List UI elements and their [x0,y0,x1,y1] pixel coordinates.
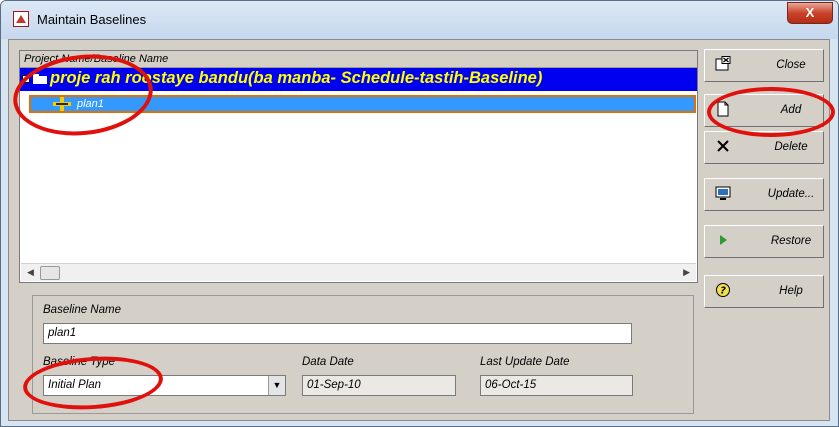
tree-row-baseline[interactable]: plan1 [29,95,696,113]
play-arrow-icon [720,235,727,245]
close-window-icon [715,56,731,71]
baseline-tree[interactable]: Project Name/Baseline Name proje rah roo… [19,50,698,283]
update-button-label: Update... [767,188,815,200]
delete-button[interactable]: Delete [704,131,824,164]
last-update-date-label: Last Update Date [480,356,570,368]
collapse-icon[interactable] [22,75,30,83]
scroll-thumb[interactable] [40,266,60,280]
delete-button-label: Delete [774,141,808,153]
restore-button[interactable]: Restore [704,225,824,258]
baseline-name-field[interactable]: plan1 [43,323,632,344]
tree-column-header[interactable]: Project Name/Baseline Name [20,51,697,68]
project-name: proje rah roostaye bandu(ba manba- Sched… [50,69,543,87]
baseline-name-label: Baseline Name [43,304,121,316]
scroll-right-icon[interactable]: ▶ [683,267,690,278]
update-monitor-icon [715,186,731,200]
data-date-label: Data Date [302,356,354,368]
maintain-baselines-window: Maintain Baselines X Project Name/Baseli… [0,0,839,427]
delete-x-icon [717,140,729,152]
help-question-icon: ? [716,283,730,297]
data-date-field: 01-Sep-10 [302,375,456,396]
help-button-label: Help [779,285,803,297]
horizontal-scrollbar[interactable]: ◀ ▶ [21,263,696,281]
baseline-type-label: Baseline Type [43,356,116,368]
scroll-left-icon[interactable]: ◀ [27,267,34,278]
restore-button-label: Restore [770,235,812,247]
baseline-type-value: Initial Plan [48,379,102,391]
help-button[interactable]: ? Help [704,275,824,308]
add-button-label: Add [780,104,802,116]
baseline-type-select[interactable]: Initial Plan ▼ [43,375,286,396]
tree-row-project[interactable]: proje rah roostaye bandu(ba manba- Sched… [20,68,697,91]
app-icon [13,11,29,27]
window-title: Maintain Baselines [37,12,147,27]
project-folder-icon [33,74,47,84]
last-update-date-field: 06-Oct-15 [480,375,633,396]
baseline-name: plan1 [77,98,104,110]
add-button[interactable]: Add [704,94,824,127]
baseline-icon [53,97,71,111]
title-bar[interactable]: Maintain Baselines X [1,1,838,39]
baseline-details-group [32,295,694,414]
update-button[interactable]: Update... [704,178,824,211]
chevron-down-icon[interactable]: ▼ [268,376,285,395]
close-button[interactable]: Close [704,49,824,82]
window-close-button[interactable]: X [787,2,833,24]
new-document-icon [717,101,729,117]
svg-text:?: ? [720,286,726,297]
close-button-label: Close [776,59,806,71]
